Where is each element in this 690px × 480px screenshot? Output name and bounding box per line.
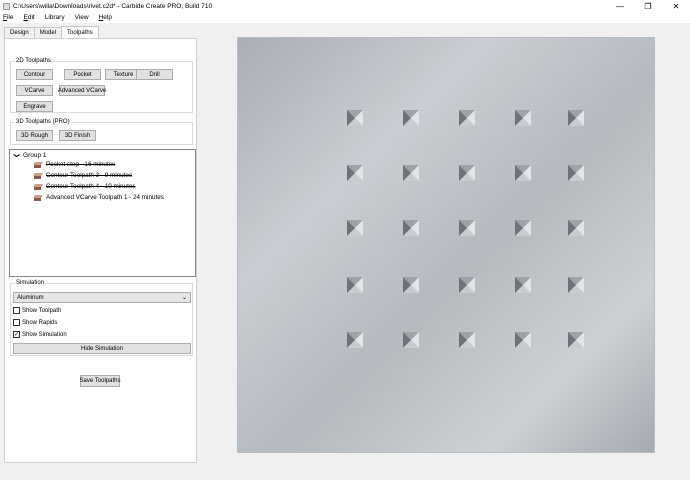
- rivet: [403, 277, 419, 293]
- simulation-canvas: [238, 38, 654, 452]
- rivet: [347, 110, 363, 126]
- menu-edit[interactable]: Edit: [24, 14, 35, 21]
- tree-item-label: Advanced VCarve Toolpath 1 - 24 minutes: [46, 194, 164, 201]
- rivet: [403, 110, 419, 126]
- 3d-finish-button[interactable]: 3D Finish: [59, 130, 96, 141]
- close-icon[interactable]: ✕: [662, 0, 690, 12]
- toolpaths-panel: 2D Toolpaths Contour Pocket Texture Dril…: [4, 38, 197, 463]
- menu-help[interactable]: Help: [99, 14, 112, 21]
- rivet: [568, 165, 584, 181]
- checkbox-label: Show Rapids: [22, 319, 58, 326]
- tree-item-contour-3[interactable]: Contour Toolpath 3 - 9 minutes: [33, 172, 132, 179]
- engrave-button[interactable]: Engrave: [16, 101, 53, 112]
- toolpath-tree[interactable]: ❯ Group 1 Pocket step - 16 minutes Conto…: [9, 149, 196, 277]
- tree-group-1[interactable]: ❯ Group 1: [13, 152, 47, 159]
- rivet: [515, 165, 531, 181]
- main-tabs: Design Model Toolpaths: [4, 26, 99, 38]
- rivet: [459, 110, 475, 126]
- menu-library[interactable]: Library: [45, 14, 65, 21]
- checkbox-box[interactable]: [13, 319, 20, 326]
- rivet: [459, 165, 475, 181]
- chevron-down-icon[interactable]: ❯: [13, 153, 20, 158]
- tab-toolpaths[interactable]: Toolpaths: [61, 26, 99, 38]
- window-title: C:\Users\willa\Downloads\rivet.c2d* - Ca…: [13, 2, 213, 10]
- rivet: [459, 277, 475, 293]
- window-controls: — ❐ ✕: [606, 0, 690, 12]
- toolpaths-3d-group: 3D Toolpaths (PRO) 3D Rough 3D Finish: [10, 119, 193, 145]
- save-toolpaths-button[interactable]: Save Toolpaths: [80, 375, 120, 387]
- toolpaths-2d-group: 2D Toolpaths Contour Pocket Texture Dril…: [10, 58, 193, 113]
- rivet: [568, 110, 584, 126]
- rivet: [347, 220, 363, 236]
- tab-design[interactable]: Design: [4, 27, 35, 38]
- tree-item-label: Pocket step - 16 minutes: [46, 161, 116, 168]
- simulation-viewport[interactable]: [237, 37, 655, 453]
- rivet: [568, 277, 584, 293]
- rivet: [403, 332, 419, 348]
- checkbox-box[interactable]: [13, 307, 20, 314]
- tree-group-label: Group 1: [23, 152, 47, 159]
- title-bar: C:\Users\willa\Downloads\rivet.c2d* - Ca…: [0, 0, 690, 12]
- pocket-button[interactable]: Pocket: [64, 69, 101, 80]
- maximize-icon[interactable]: ❐: [634, 0, 662, 12]
- drill-button[interactable]: Drill: [136, 69, 173, 80]
- rivet: [403, 220, 419, 236]
- chevron-down-icon: ⌄: [181, 295, 187, 301]
- rivet: [459, 220, 475, 236]
- contour-button[interactable]: Contour: [16, 69, 53, 80]
- advanced-vcarve-button[interactable]: Advanced VCarve: [58, 85, 106, 96]
- rivet: [347, 277, 363, 293]
- minimize-icon[interactable]: —: [606, 0, 634, 12]
- toolpaths-3d-label: 3D Toolpaths (PRO): [15, 119, 71, 125]
- toolpath-icon: [33, 161, 43, 168]
- tab-model[interactable]: Model: [33, 27, 63, 38]
- rivet: [515, 110, 531, 126]
- app-icon: [3, 2, 10, 10]
- tree-item-advanced-vcarve-1[interactable]: Advanced VCarve Toolpath 1 - 24 minutes: [33, 194, 164, 201]
- checkbox-label: Show Simulation: [22, 331, 67, 338]
- rivet: [568, 220, 584, 236]
- vcarve-button[interactable]: VCarve: [16, 85, 53, 96]
- simulation-label: Simulation: [15, 280, 46, 286]
- checkbox-label: Show Toolpath: [22, 307, 62, 314]
- rivet: [347, 165, 363, 181]
- menu-view[interactable]: View: [75, 14, 89, 21]
- rivet: [515, 220, 531, 236]
- material-select[interactable]: Aluminum ⌄: [13, 292, 191, 303]
- tree-item-pocket-step[interactable]: Pocket step - 16 minutes: [33, 161, 116, 168]
- toolpaths-2d-label: 2D Toolpaths: [15, 58, 52, 64]
- menu-file[interactable]: File: [3, 14, 14, 21]
- rivet: [459, 332, 475, 348]
- rivet: [347, 332, 363, 348]
- rivet: [568, 332, 584, 348]
- rivet: [515, 332, 531, 348]
- toolpath-icon: [33, 172, 43, 179]
- toolpath-icon: [33, 194, 43, 201]
- show-rapids-checkbox[interactable]: Show Rapids: [13, 319, 57, 326]
- tree-item-label: Contour Toolpath 3 - 9 minutes: [46, 172, 132, 179]
- tree-item-label: Contour Toolpath 4 - 10 minutes: [46, 183, 136, 190]
- show-toolpath-checkbox[interactable]: Show Toolpath: [13, 307, 61, 314]
- hide-simulation-button[interactable]: Hide Simulation: [13, 343, 191, 354]
- 3d-rough-button[interactable]: 3D Rough: [16, 130, 53, 141]
- checkbox-box-checked[interactable]: ✓: [13, 331, 20, 338]
- material-value: Aluminum: [17, 294, 44, 301]
- toolpath-icon: [33, 183, 43, 190]
- rivet: [403, 165, 419, 181]
- rivet: [515, 277, 531, 293]
- menu-bar: File Edit Library View Help: [0, 12, 690, 23]
- show-simulation-checkbox[interactable]: ✓ Show Simulation: [13, 331, 67, 338]
- tree-item-contour-4[interactable]: Contour Toolpath 4 - 10 minutes: [33, 183, 136, 190]
